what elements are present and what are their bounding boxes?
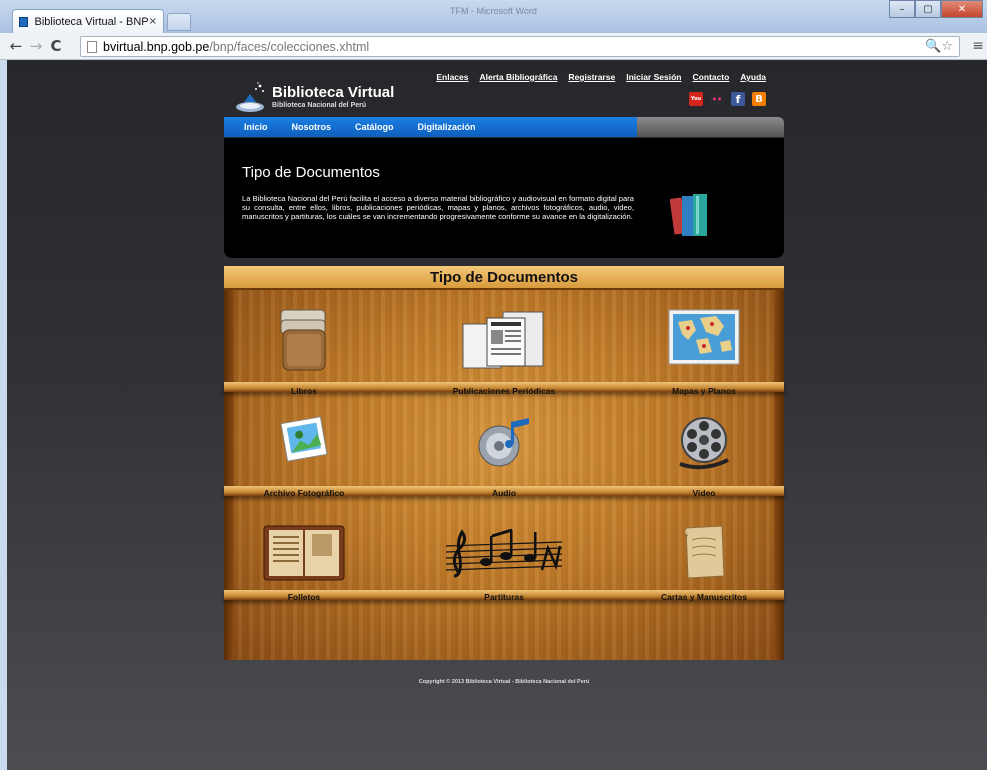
item-label-cartas: Cartas y Manuscritos <box>661 592 747 602</box>
item-libros[interactable]: Libros <box>219 306 389 396</box>
link-alerta[interactable]: Alerta Bibliográfica <box>479 72 557 82</box>
intro-panel: Tipo de Documentos La Biblioteca Naciona… <box>224 138 784 258</box>
window-frame <box>0 60 7 770</box>
open-book-icon <box>263 525 345 581</box>
item-folletos[interactable]: Folletos <box>219 522 389 602</box>
shelf-title: Tipo de Documentos <box>429 268 579 286</box>
site-header: Biblioteca Virtual Biblioteca Nacional d… <box>224 70 784 116</box>
books-icon <box>670 194 707 236</box>
favicon-icon <box>19 16 29 27</box>
maximize-icon[interactable]: ▢ <box>915 0 941 18</box>
logo-icon <box>236 82 264 112</box>
intro-title: Tipo de Documentos <box>242 164 380 181</box>
blogger-icon[interactable]: B <box>752 92 766 106</box>
minimize-icon[interactable]: – <box>889 0 915 18</box>
youtube-icon[interactable]: You <box>689 92 703 106</box>
item-label-publicaciones: Publicaciones Periódicas <box>452 386 556 396</box>
item-audio[interactable]: Audio <box>419 414 589 498</box>
item-mapas[interactable]: Mapas y Planos <box>619 306 789 396</box>
item-label-archivo: Archivo Fotográfico <box>263 488 345 498</box>
nav-menu: Inicio Nosotros Catálogo Digitalización <box>224 117 637 137</box>
item-label-video: Video <box>692 488 716 498</box>
url-path: /bnp/faces/colecciones.xhtml <box>209 39 370 54</box>
facebook-icon[interactable]: f <box>731 92 745 106</box>
film-reel-icon <box>679 417 729 470</box>
main-nav: Inicio Nosotros Catálogo Digitalización <box>224 117 784 137</box>
nav-inicio[interactable]: Inicio <box>244 122 268 132</box>
forward-icon[interactable]: → <box>26 37 46 55</box>
audio-icon <box>478 418 529 467</box>
close-window-icon[interactable]: ✕ <box>941 0 983 18</box>
reload-icon[interactable]: C <box>46 37 66 55</box>
intro-text: La Biblioteca Nacional del Perú facilita… <box>242 194 634 221</box>
scroll-icon <box>683 525 725 579</box>
link-enlaces[interactable]: Enlaces <box>436 72 468 82</box>
item-publicaciones[interactable]: Publicaciones Periódicas <box>419 306 589 396</box>
item-label-mapas: Mapas y Planos <box>672 386 736 396</box>
site-title[interactable]: Biblioteca Virtual <box>272 84 394 101</box>
browser-titlebar: Biblioteca Virtual - BNP × TFM - Microso… <box>0 0 987 33</box>
browser-tab[interactable]: Biblioteca Virtual - BNP × <box>12 9 164 33</box>
item-label-folletos: Folletos <box>287 592 321 602</box>
item-label-partituras: Partituras <box>484 592 524 602</box>
url-host: bvirtual.bnp.gob.pe <box>103 39 210 54</box>
site-subtitle: Biblioteca Nacional del Perú <box>272 102 367 109</box>
link-contacto[interactable]: Contacto <box>692 72 729 82</box>
link-registrarse[interactable]: Registrarse <box>568 72 615 82</box>
nav-nosotros[interactable]: Nosotros <box>292 122 332 132</box>
music-score-icon <box>445 528 563 578</box>
tab-title: Biblioteca Virtual - BNP <box>34 15 149 28</box>
shelf-header: Tipo de Documentos <box>224 266 784 290</box>
flickr-icon[interactable]: •• <box>710 92 724 106</box>
photo-icon <box>280 416 328 462</box>
url-input[interactable]: bvirtual.bnp.gob.pe/bnp/faces/coleccione… <box>80 36 960 57</box>
nav-catalogo[interactable]: Catálogo <box>355 122 394 132</box>
link-ayuda[interactable]: Ayuda <box>740 72 766 82</box>
window-caption: TFM - Microsoft Word <box>450 6 537 16</box>
tab-close-icon[interactable]: × <box>149 16 157 27</box>
item-video[interactable]: Video <box>619 414 789 498</box>
top-links: Enlaces Alerta Bibliográfica Registrarse… <box>436 72 766 82</box>
bookmark-star-icon[interactable]: 🔍☆ <box>925 39 953 54</box>
item-archivo-fotografico[interactable]: Archivo Fotográfico <box>219 414 389 498</box>
item-label-libros: Libros <box>291 386 317 396</box>
browser-menu-icon[interactable]: ≡ <box>972 38 984 54</box>
footer-copyright: Copyright © 2013 Biblioteca Virtual - Bi… <box>418 679 590 685</box>
item-label-audio: Audio <box>491 488 517 498</box>
document-shelf: Tipo de Documentos Libros Publicaciones … <box>224 266 784 660</box>
newspaper-icon <box>462 311 544 369</box>
window-controls: – ▢ ✕ <box>889 0 983 18</box>
map-icon <box>668 309 740 365</box>
page-icon <box>87 40 97 53</box>
nav-digitalizacion[interactable]: Digitalización <box>418 122 476 132</box>
item-cartas-manuscritos[interactable]: Cartas y Manuscritos <box>619 522 789 602</box>
new-tab-button[interactable] <box>167 13 191 31</box>
item-partituras[interactable]: Partituras <box>419 522 589 602</box>
social-icons: You •• f B <box>689 92 766 106</box>
nav-filler <box>637 117 784 137</box>
book-icon <box>280 309 326 371</box>
link-iniciar-sesion[interactable]: Iniciar Sesión <box>626 72 681 82</box>
back-icon[interactable]: ← <box>6 37 26 55</box>
address-bar: ← → C bvirtual.bnp.gob.pe/bnp/faces/cole… <box>0 33 987 60</box>
